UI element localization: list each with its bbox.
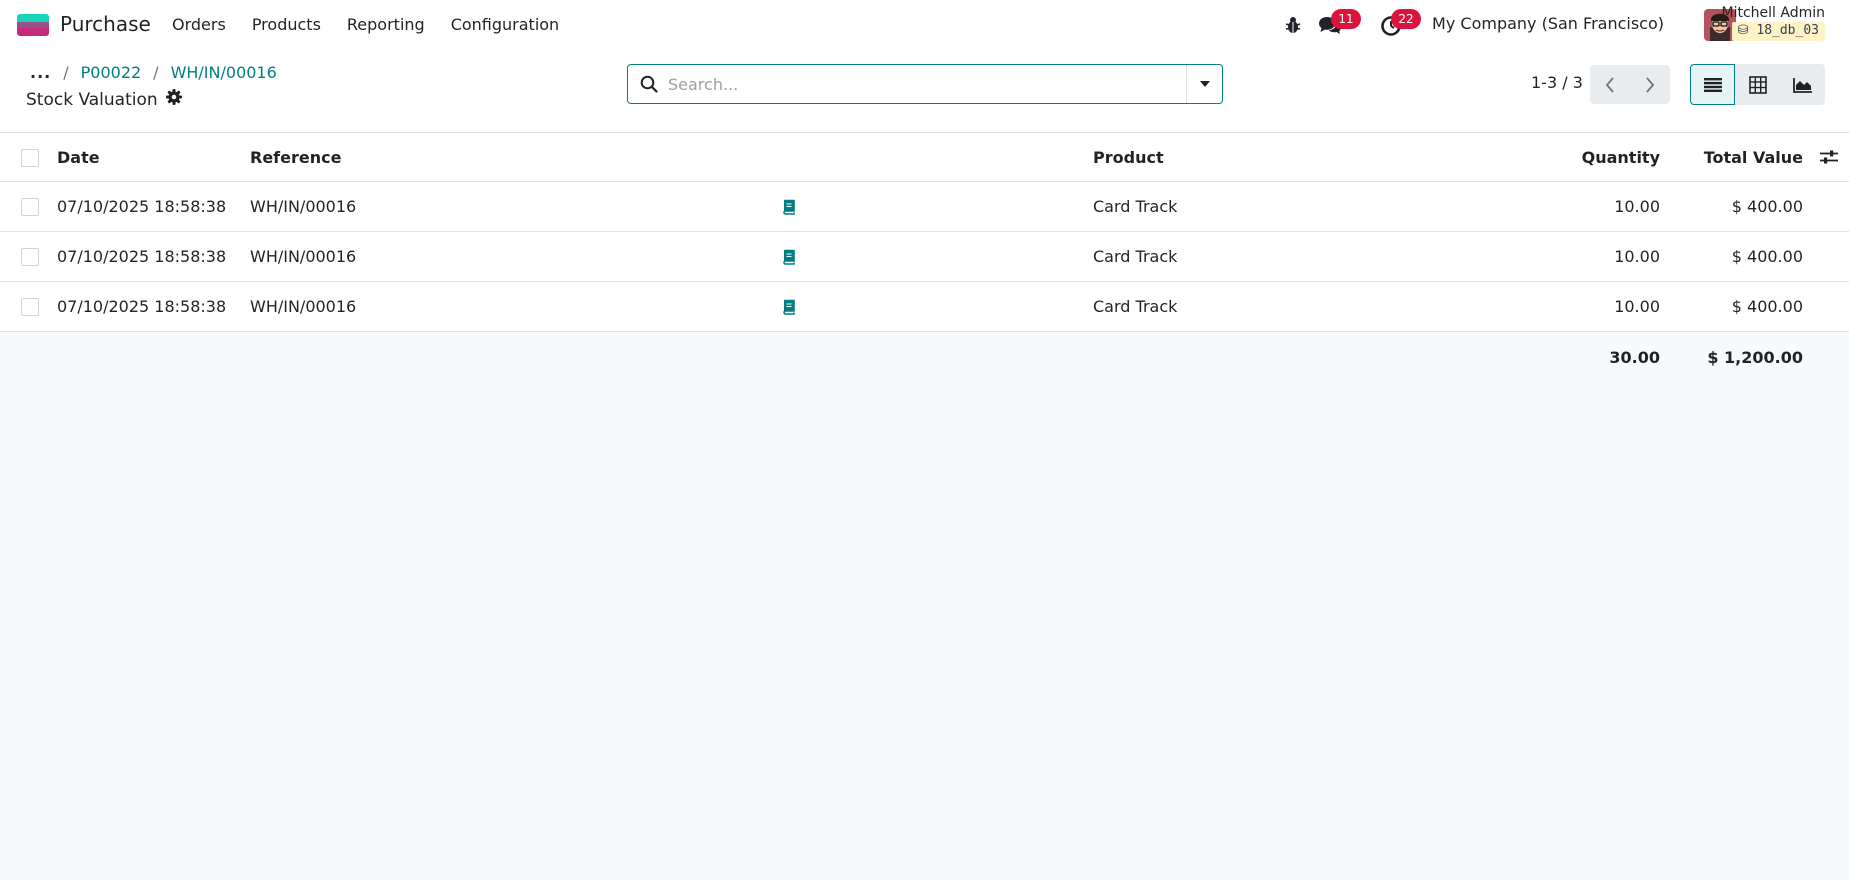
row-product: Card Track	[1093, 197, 1178, 216]
database-icon: ⛁	[1737, 23, 1749, 38]
select-all-checkbox[interactable]	[21, 149, 39, 167]
menu-configuration[interactable]: Configuration	[438, 14, 573, 36]
breadcrumb-ellipsis[interactable]: ...	[30, 63, 51, 82]
column-header-quantity[interactable]: Quantity	[1582, 133, 1660, 181]
top-navbar: Purchase Orders Products Reporting Confi…	[0, 0, 1849, 50]
row-reference: WH/IN/00016	[250, 197, 357, 216]
database-badge: ⛁ 18_db_03	[1731, 22, 1825, 41]
caret-down-icon	[1199, 81, 1210, 87]
book-icon[interactable]	[781, 232, 797, 281]
pivot-view-button[interactable]	[1735, 64, 1780, 105]
chevron-left-icon	[1605, 76, 1614, 93]
graph-view-button[interactable]	[1780, 64, 1825, 105]
purchase-app-icon[interactable]	[17, 14, 49, 36]
user-name[interactable]: Mitchell Admin	[1722, 5, 1826, 21]
area-chart-icon	[1792, 77, 1812, 93]
search-bar	[627, 64, 1223, 104]
gear-icon[interactable]	[165, 89, 182, 110]
row-quantity: 10.00	[1614, 297, 1660, 316]
breadcrumb-separator: /	[153, 63, 159, 82]
search-icon	[640, 75, 658, 97]
column-header-product[interactable]: Product	[1093, 133, 1164, 181]
row-reference: WH/IN/00016	[250, 247, 357, 266]
row-quantity: 10.00	[1614, 197, 1660, 216]
breadcrumb: ... / P00022 / WH/IN/00016	[30, 63, 277, 82]
top-menu: Orders Products Reporting Configuration	[172, 14, 572, 36]
pager-next-button[interactable]	[1630, 65, 1670, 104]
menu-orders[interactable]: Orders	[172, 14, 239, 36]
page-title: Stock Valuation	[26, 89, 182, 110]
row-product: Card Track	[1093, 247, 1178, 266]
search-options-toggle[interactable]	[1186, 65, 1222, 103]
row-date: 07/10/2025 18:58:38	[57, 297, 227, 316]
table-footer-totals: 30.00 $ 1,200.00	[0, 332, 1849, 382]
table-header: Date Reference Product Quantity Total Va…	[0, 133, 1849, 182]
table-row[interactable]: 07/10/2025 18:58:38 WH/IN/00016 Card Tra…	[0, 282, 1849, 332]
app-name[interactable]: Purchase	[60, 12, 151, 36]
chevron-right-icon	[1646, 76, 1655, 93]
search-input[interactable]	[628, 65, 1186, 103]
row-quantity: 10.00	[1614, 247, 1660, 266]
pager-previous-button[interactable]	[1590, 65, 1630, 104]
row-reference: WH/IN/00016	[250, 297, 357, 316]
list-icon	[1703, 77, 1722, 92]
row-checkbox[interactable]	[21, 198, 39, 216]
control-panel: ... / P00022 / WH/IN/00016 Stock Valuati…	[0, 50, 1849, 133]
row-total-value: $ 400.00	[1731, 197, 1803, 216]
row-checkbox[interactable]	[21, 248, 39, 266]
menu-reporting[interactable]: Reporting	[334, 14, 438, 36]
total-value-sum: $ 1,200.00	[1707, 347, 1803, 367]
bug-icon[interactable]	[1282, 14, 1304, 36]
page-title-text: Stock Valuation	[26, 89, 158, 110]
breadcrumb-receipt[interactable]: WH/IN/00016	[171, 63, 277, 82]
messages-count-badge: 11	[1331, 9, 1361, 29]
breadcrumb-purchase-order[interactable]: P00022	[81, 63, 142, 82]
row-total-value: $ 400.00	[1731, 247, 1803, 266]
optional-columns-icon[interactable]	[1819, 133, 1841, 181]
row-product: Card Track	[1093, 297, 1178, 316]
row-total-value: $ 400.00	[1731, 297, 1803, 316]
row-date: 07/10/2025 18:58:38	[57, 197, 227, 216]
pager-value[interactable]: 1-3 / 3	[1531, 73, 1583, 92]
book-icon[interactable]	[781, 282, 797, 331]
total-quantity: 30.00	[1609, 347, 1660, 367]
row-date: 07/10/2025 18:58:38	[57, 247, 227, 266]
list-view-button[interactable]	[1690, 64, 1735, 105]
activities-count-badge: 22	[1391, 9, 1421, 29]
table-row[interactable]: 07/10/2025 18:58:38 WH/IN/00016 Card Tra…	[0, 182, 1849, 232]
column-header-date[interactable]: Date	[57, 133, 100, 181]
table-icon	[1748, 75, 1767, 94]
row-checkbox[interactable]	[21, 298, 39, 316]
breadcrumb-separator: /	[63, 63, 69, 82]
stock-valuation-list: Date Reference Product Quantity Total Va…	[0, 133, 1849, 382]
table-row[interactable]: 07/10/2025 18:58:38 WH/IN/00016 Card Tra…	[0, 232, 1849, 282]
book-icon[interactable]	[781, 182, 797, 231]
column-header-reference[interactable]: Reference	[250, 133, 341, 181]
column-header-total-value[interactable]: Total Value	[1704, 133, 1803, 181]
company-switcher[interactable]: My Company (San Francisco)	[1432, 14, 1664, 33]
menu-products[interactable]: Products	[239, 14, 334, 36]
